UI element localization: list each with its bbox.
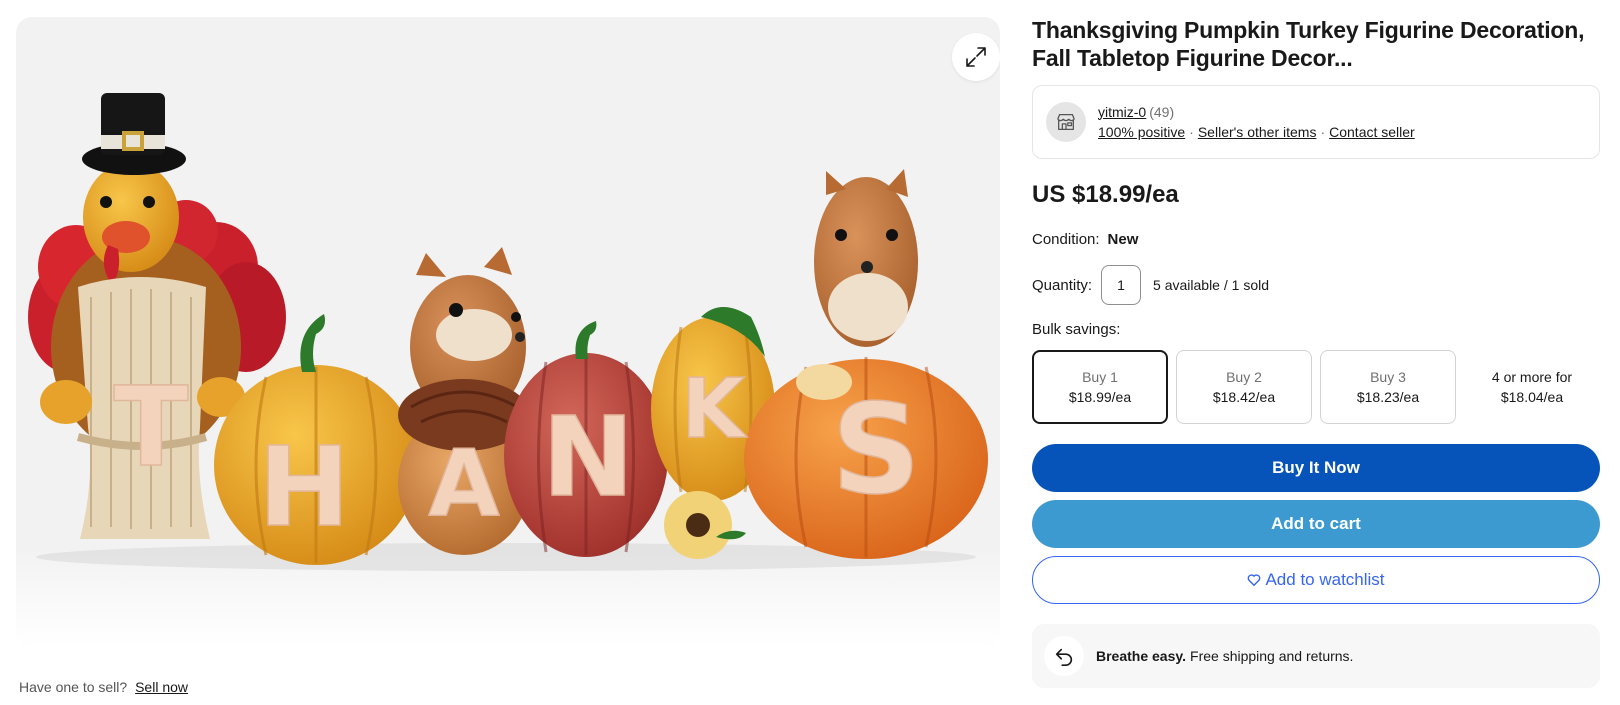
quantity-input[interactable]: 1 xyxy=(1101,265,1142,305)
add-to-watchlist-button[interactable]: Add to watchlist xyxy=(1032,556,1600,604)
sell-one-row: Have one to sell? Sell now xyxy=(19,679,188,695)
item-details-panel: Thanksgiving Pumpkin Turkey Figurine Dec… xyxy=(1032,16,1600,688)
letter-a: A xyxy=(428,430,499,537)
product-image-gallery[interactable]: T H A N K S xyxy=(16,17,1000,646)
seller-other-items-link[interactable]: Seller's other items xyxy=(1198,124,1317,140)
expand-image-button[interactable] xyxy=(952,33,1000,81)
add-to-watchlist-label: Add to watchlist xyxy=(1265,570,1385,589)
seller-avatar[interactable] xyxy=(1046,102,1086,142)
seller-name-link[interactable]: yitmiz-0 xyxy=(1098,104,1146,120)
seller-links: 100% positive · Seller's other items · Conta… xyxy=(1098,122,1415,142)
seller-feedback-count: (49) xyxy=(1149,103,1175,120)
seller-positive-link[interactable]: 100% positive xyxy=(1098,124,1185,140)
sell-now-link[interactable]: Sell now xyxy=(135,679,188,695)
quantity-row: Quantity: 1 5 available / 1 sold xyxy=(1032,265,1600,305)
bulk-option-label: Buy 1 xyxy=(1082,369,1118,385)
quantity-label: Quantity: xyxy=(1032,276,1093,294)
bulk-option-label: 4 or more for xyxy=(1491,369,1573,385)
sell-prompt: Have one to sell? xyxy=(19,679,128,695)
bulk-option-label: Buy 3 xyxy=(1370,369,1406,385)
bulk-option-label: Buy 2 xyxy=(1226,369,1262,385)
breathe-easy-bold: Breathe easy. xyxy=(1096,648,1187,664)
free-returns-banner: Breathe easy. Free shipping and returns. xyxy=(1032,624,1600,688)
bulk-option-4-or-more[interactable]: 4 or more for $18.04/ea xyxy=(1464,350,1600,424)
product-image: T H A N K S xyxy=(16,93,1000,646)
store-icon xyxy=(1057,114,1075,130)
contact-seller-link[interactable]: Contact seller xyxy=(1329,124,1415,140)
letter-h: H xyxy=(258,423,350,551)
seller-info: yitmiz-0 (49) 100% positive · Seller's othe… xyxy=(1098,103,1415,142)
letter-k: K xyxy=(681,362,748,457)
separator-dot: · xyxy=(1320,123,1326,140)
bulk-option-buy-1[interactable]: Buy 1 $18.99/ea xyxy=(1032,350,1168,424)
expand-arrows-icon xyxy=(966,47,986,67)
item-price: US $18.99/ea xyxy=(1032,181,1179,208)
letter-n: N xyxy=(542,393,634,521)
quantity-availability: 5 available / 1 sold xyxy=(1153,277,1269,293)
seller-name-line: yitmiz-0 (49) xyxy=(1098,103,1415,122)
condition-value: New xyxy=(1107,231,1139,248)
bulk-option-buy-3[interactable]: Buy 3 $18.23/ea xyxy=(1320,350,1456,424)
bulk-savings-label: Bulk savings: xyxy=(1032,321,1121,338)
bulk-option-price: $18.04/ea xyxy=(1500,389,1564,405)
letter-t: T xyxy=(113,363,188,491)
condition-row: Condition: New xyxy=(1032,231,1600,248)
heart-icon xyxy=(1247,573,1261,587)
bulk-option-price: $18.99/ea xyxy=(1068,389,1132,405)
condition-label: Condition: xyxy=(1032,231,1100,248)
add-to-cart-button[interactable]: Add to cart xyxy=(1032,500,1600,548)
bulk-savings-options: Buy 1 $18.99/ea Buy 2 $18.42/ea Buy 3 $1… xyxy=(1032,350,1600,424)
separator-dot: · xyxy=(1189,123,1194,140)
bulk-option-price: $18.42/ea xyxy=(1212,389,1276,405)
letter-s: S xyxy=(831,378,920,522)
item-title: Thanksgiving Pumpkin Turkey Figurine Dec… xyxy=(1032,17,1585,71)
return-arrow-icon xyxy=(1044,636,1084,676)
bulk-option-price: $18.23/ea xyxy=(1356,389,1420,405)
breathe-easy-text: Free shipping and returns. xyxy=(1190,648,1354,664)
buy-it-now-button[interactable]: Buy It Now xyxy=(1032,444,1600,492)
bulk-option-buy-2[interactable]: Buy 2 $18.42/ea xyxy=(1176,350,1312,424)
seller-card: yitmiz-0 (49) 100% positive · Seller's othe… xyxy=(1032,85,1600,159)
